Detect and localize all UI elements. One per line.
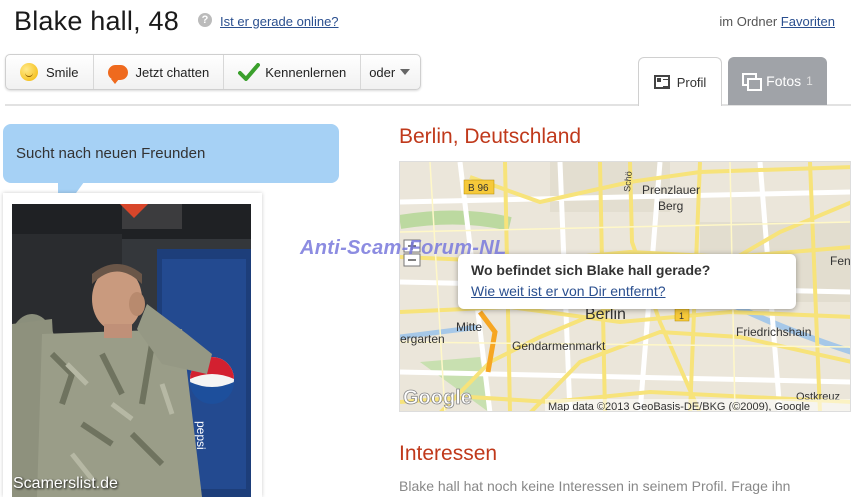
tab-divider [5,104,851,106]
smile-icon [20,63,38,81]
interests-heading: Interessen [399,442,498,465]
map-popup-question: Wo befindet sich Blake hall gerade? [471,262,711,278]
smile-button[interactable]: Smile [6,55,94,89]
map-label-b96: B 96 [468,183,489,194]
photos-icon [742,73,763,91]
map-label-garten: ergarten [400,332,445,346]
more-label: oder [369,64,396,80]
folder-prefix: im Ordner [719,14,778,29]
map-label-schonhauser: Schö [622,171,634,192]
profile-photo[interactable]: pepsi [12,204,251,497]
folder-info: im Ordner Favoriten [719,14,835,29]
more-dropdown[interactable]: oder [361,55,420,89]
photos-count: 1 [806,74,813,88]
tab-photos-label: Fotos [766,73,802,89]
soldier-photo-illustration: pepsi [12,204,251,497]
chat-label: Jetzt chatten [135,64,210,80]
profile-title: Blake hall, 48 [14,6,179,36]
tab-photos[interactable]: Fotos 1 [728,57,827,105]
favorites-link[interactable]: Favoriten [781,14,835,29]
google-logo: Google [403,387,472,409]
action-bar: Smile Jetzt chatten Kennenlernen oder [5,54,422,90]
chat-button[interactable]: Jetzt chatten [94,55,225,89]
meet-label: Kennenlernen [265,64,347,80]
anti-scam-watermark: Anti-Scam-Forum-NL [300,237,507,259]
map-label-prenzlauer: Prenzlauer [642,183,700,197]
chat-bubble-icon [107,64,128,84]
checkmark-icon [238,63,261,81]
interests-text: Blake hall hat noch keine Interessen in … [399,478,791,494]
map-label-mitte: Mitte [456,320,482,334]
status-text: Sucht nach neuen Freunden [16,145,206,162]
map-label-berg: Berg [658,199,683,213]
tab-profile[interactable]: Profil [638,57,722,106]
meet-button[interactable]: Kennenlernen [224,55,362,89]
map-label-fennpfuhl: Fennp [830,254,851,268]
map-attribution: Map data ©2013 GeoBasis-DE/BKG (©2009), … [548,401,810,412]
tab-profile-label: Profil [676,74,707,90]
profile-card-icon [653,75,670,89]
can-text: pepsi [194,421,208,450]
online-status-link[interactable]: Ist er gerade online? [220,14,339,29]
map-label-gendarmenmarkt: Gendarmenmarkt [512,339,606,353]
location-title: Berlin, Deutschland [399,125,582,148]
photo-watermark: Scamerslist.de [13,475,118,492]
distance-link[interactable]: Wie weit ist er von Dir entfernt? [471,283,666,299]
map-label-friedrichshain: Friedrichshain [736,325,811,339]
map-label-route1: 1 [679,311,684,321]
help-icon[interactable]: ? [198,13,212,27]
chevron-down-icon [400,69,411,75]
smile-label: Smile [46,64,79,80]
